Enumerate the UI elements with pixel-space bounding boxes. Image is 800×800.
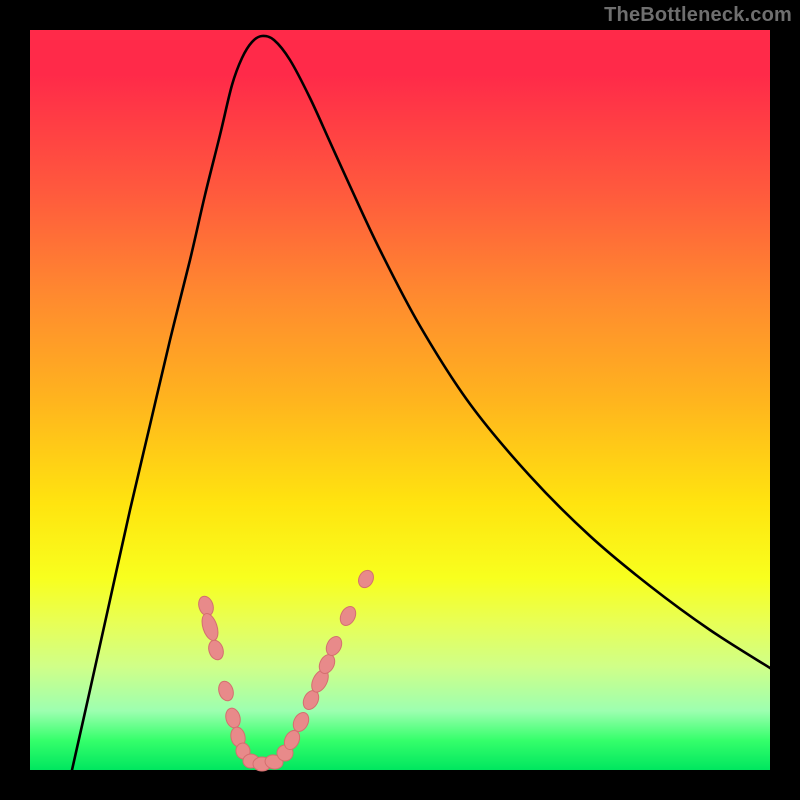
data-marker (224, 707, 243, 730)
curve-svg (30, 30, 770, 770)
data-marker (337, 604, 359, 628)
data-marker (199, 612, 221, 643)
data-marker (323, 634, 345, 658)
data-marker (356, 568, 377, 590)
data-markers (196, 568, 376, 771)
plot-area (30, 30, 770, 770)
watermark-text: TheBottleneck.com (604, 4, 792, 27)
chart-frame: TheBottleneck.com (0, 0, 800, 800)
bottleneck-curve (72, 36, 770, 770)
data-marker (206, 638, 225, 661)
data-marker (216, 679, 235, 702)
